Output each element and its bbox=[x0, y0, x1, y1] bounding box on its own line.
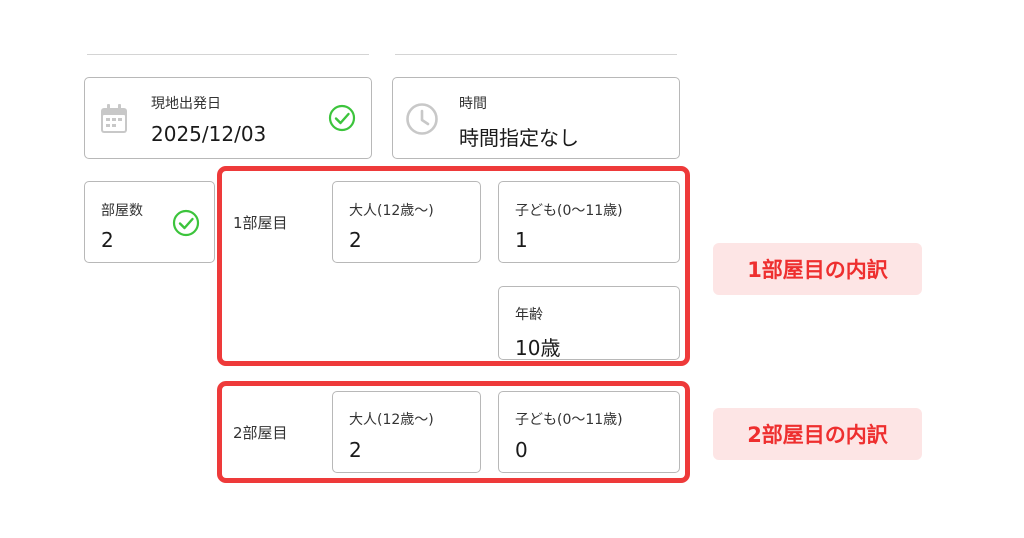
top-divider-right bbox=[395, 54, 677, 55]
room-1-highlight-frame bbox=[217, 166, 690, 366]
calendar-icon bbox=[98, 102, 130, 140]
room-2-breakdown-callout: 2部屋目の内訳 bbox=[713, 408, 922, 460]
check-circle-icon bbox=[328, 104, 356, 136]
departure-date-value: 2025/12/03 bbox=[151, 122, 267, 146]
room-1-breakdown-callout: 1部屋目の内訳 bbox=[713, 243, 922, 295]
time-field[interactable]: 時間 時間指定なし bbox=[392, 77, 680, 159]
rooms-count-label: 部屋数 bbox=[101, 203, 143, 219]
rooms-count-field[interactable]: 部屋数 2 bbox=[84, 181, 215, 263]
time-value: 時間指定なし bbox=[459, 126, 579, 150]
clock-icon bbox=[405, 102, 439, 140]
rooms-count-value: 2 bbox=[101, 228, 114, 252]
time-label: 時間 bbox=[459, 96, 487, 112]
check-circle-icon bbox=[172, 209, 200, 241]
departure-date-label: 現地出発日 bbox=[151, 96, 221, 112]
departure-date-field[interactable]: 現地出発日 2025/12/03 bbox=[84, 77, 372, 159]
room-2-highlight-frame bbox=[217, 381, 690, 483]
top-divider-left bbox=[87, 54, 369, 55]
